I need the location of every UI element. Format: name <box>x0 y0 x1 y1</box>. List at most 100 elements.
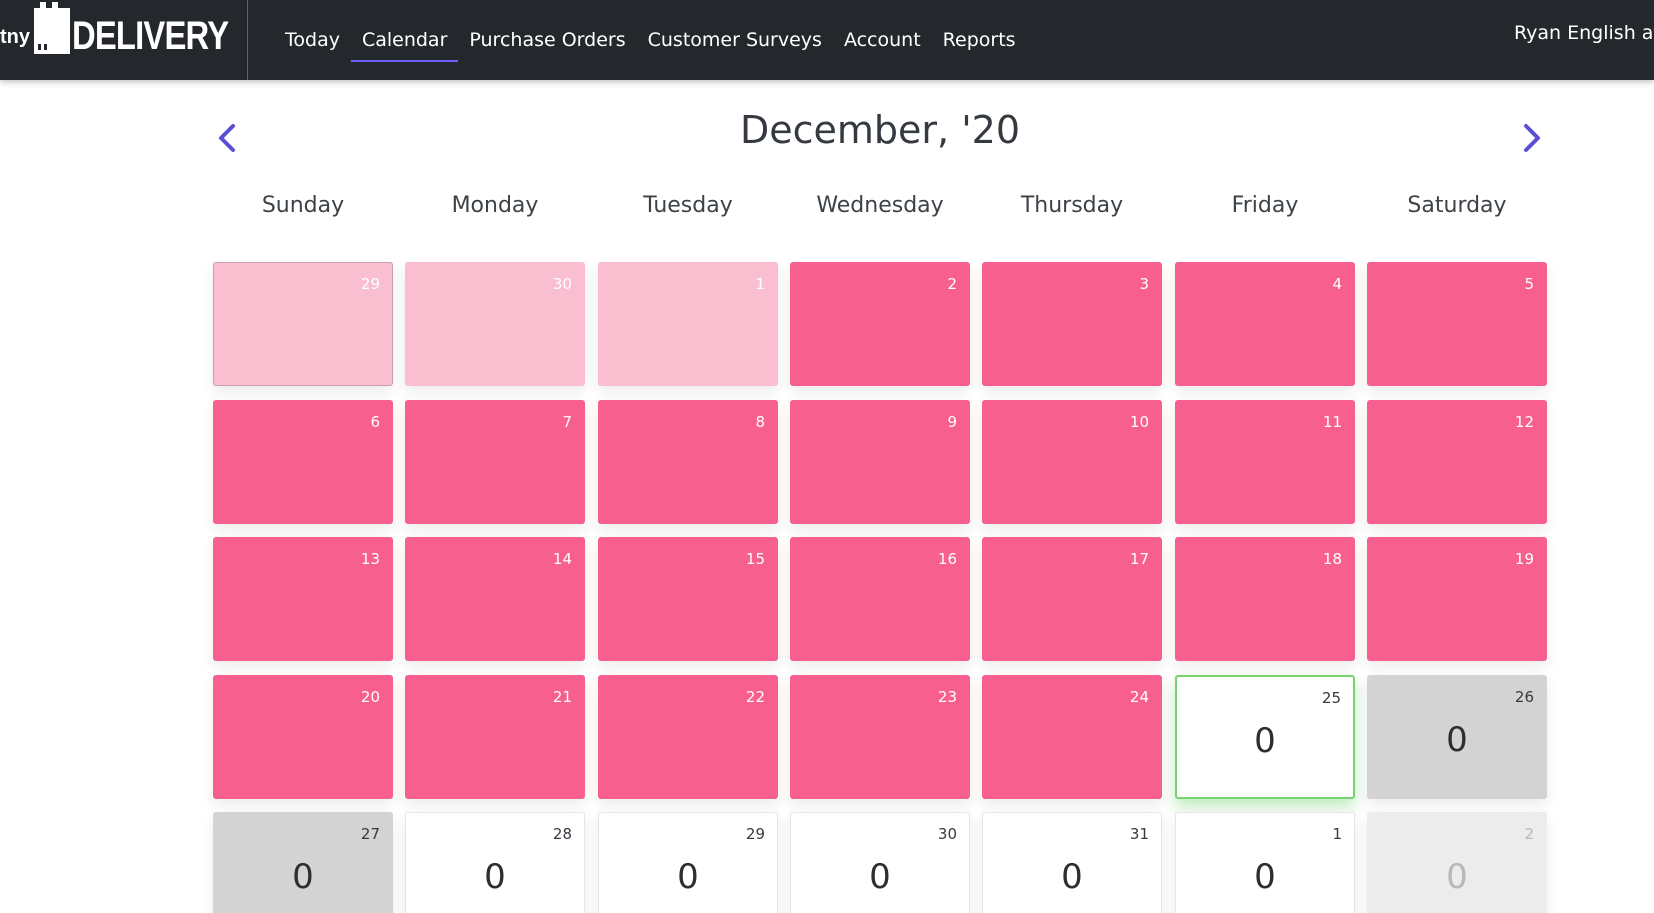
day-number: 11 <box>1322 413 1342 431</box>
day-number: 31 <box>1129 825 1149 843</box>
day-number: 7 <box>562 413 572 431</box>
day-number: 25 <box>1321 689 1341 707</box>
calendar-day[interactable]: 11 <box>1175 400 1355 524</box>
prev-month-button[interactable] <box>215 120 239 156</box>
calendar-day[interactable]: 16 <box>790 537 970 661</box>
delivery-count: 0 <box>484 857 506 897</box>
day-number: 28 <box>552 825 572 843</box>
delivery-count: 0 <box>869 857 891 897</box>
calendar-day[interactable]: 30 <box>405 262 585 386</box>
month-title: December, '20 <box>739 108 1020 152</box>
day-number: 29 <box>745 825 765 843</box>
calendar-day[interactable]: 28 0 <box>405 812 585 913</box>
calendar-day[interactable]: 10 <box>982 400 1162 524</box>
day-number: 2 <box>1524 825 1534 843</box>
delivery-count: 0 <box>1061 857 1083 897</box>
day-number: 22 <box>745 688 765 706</box>
brand-logo[interactable]: tny DELIVERY <box>0 0 248 80</box>
day-number: 5 <box>1524 275 1534 293</box>
calendar-day[interactable]: 24 <box>982 675 1162 799</box>
day-number: 24 <box>1129 688 1149 706</box>
calendar-day[interactable]: 25 0 <box>1175 675 1355 799</box>
top-navbar: tny DELIVERY Today Calendar Purchase Ord… <box>0 0 1654 80</box>
calendar-day[interactable]: 1 <box>598 262 778 386</box>
nav-purchase-orders[interactable]: Purchase Orders <box>458 18 636 62</box>
nav-reports[interactable]: Reports <box>932 18 1027 62</box>
calendar-day[interactable]: 9 <box>790 400 970 524</box>
day-number: 1 <box>755 275 765 293</box>
calendar-day[interactable]: 23 <box>790 675 970 799</box>
day-number: 29 <box>360 275 380 293</box>
main-nav: Today Calendar Purchase Orders Customer … <box>274 0 1027 80</box>
calendar-day[interactable]: 15 <box>598 537 778 661</box>
day-number: 21 <box>552 688 572 706</box>
brand-name: DELIVERY <box>72 14 229 58</box>
day-number: 18 <box>1322 550 1342 568</box>
day-number: 4 <box>1332 275 1342 293</box>
day-number: 19 <box>1514 550 1534 568</box>
delivery-count: 0 <box>1446 857 1468 897</box>
day-number: 6 <box>370 413 380 431</box>
calendar-day[interactable]: 29 0 <box>598 812 778 913</box>
day-number: 2 <box>947 275 957 293</box>
dow-wednesday: Wednesday <box>816 193 944 218</box>
day-number: 16 <box>937 550 957 568</box>
nav-calendar[interactable]: Calendar <box>350 18 459 62</box>
calendar-day[interactable]: 7 <box>405 400 585 524</box>
calendar-day[interactable]: 31 0 <box>982 812 1162 913</box>
calendar-day[interactable]: 12 <box>1367 400 1547 524</box>
dow-tuesday: Tuesday <box>643 193 733 218</box>
day-number: 23 <box>937 688 957 706</box>
day-number: 9 <box>947 413 957 431</box>
brand-prefix: tny <box>0 26 30 48</box>
calendar-day[interactable]: 21 <box>405 675 585 799</box>
calendar-day[interactable]: 22 <box>598 675 778 799</box>
calendar-day[interactable]: 17 <box>982 537 1162 661</box>
day-number: 14 <box>552 550 572 568</box>
day-number: 27 <box>360 825 380 843</box>
dow-monday: Monday <box>451 193 539 218</box>
calendar-day[interactable]: 19 <box>1367 537 1547 661</box>
calendar-day[interactable]: 8 <box>598 400 778 524</box>
calendar-day[interactable]: 2 <box>790 262 970 386</box>
calendar-day[interactable]: 3 <box>982 262 1162 386</box>
delivery-count: 0 <box>292 857 314 897</box>
calendar-day[interactable]: 13 <box>213 537 393 661</box>
chevron-right-icon <box>1524 124 1540 152</box>
day-number: 3 <box>1139 275 1149 293</box>
day-number: 30 <box>552 275 572 293</box>
calendar-day[interactable]: 10 <box>1175 812 1355 913</box>
day-number: 1 <box>1332 825 1342 843</box>
calendar-day[interactable]: 27 0 <box>213 812 393 913</box>
calendar-day[interactable]: 20 <box>1367 812 1547 913</box>
delivery-count: 0 <box>677 857 699 897</box>
calendar-day[interactable]: 14 <box>405 537 585 661</box>
day-number: 17 <box>1129 550 1149 568</box>
next-month-button[interactable] <box>1520 120 1544 156</box>
nav-today[interactable]: Today <box>274 18 351 62</box>
calendar-day[interactable]: 6 <box>213 400 393 524</box>
chevron-left-icon <box>219 124 235 152</box>
delivery-count: 0 <box>1254 721 1276 761</box>
calendar-day[interactable]: 5 <box>1367 262 1547 386</box>
calendar-day[interactable]: 4 <box>1175 262 1355 386</box>
calendar-day[interactable]: 18 <box>1175 537 1355 661</box>
day-number: 15 <box>745 550 765 568</box>
dow-saturday: Saturday <box>1407 193 1507 218</box>
day-number: 8 <box>755 413 765 431</box>
day-number: 30 <box>937 825 957 843</box>
day-number: 13 <box>360 550 380 568</box>
day-number: 20 <box>360 688 380 706</box>
nav-account[interactable]: Account <box>833 18 932 62</box>
calendar-day[interactable]: 29 <box>213 262 393 386</box>
calendar-day[interactable]: 30 0 <box>790 812 970 913</box>
day-number: 12 <box>1514 413 1534 431</box>
dow-friday: Friday <box>1231 193 1299 218</box>
day-number: 10 <box>1129 413 1149 431</box>
delivery-count: 0 <box>1254 857 1276 897</box>
dow-thursday: Thursday <box>1020 193 1124 218</box>
user-menu[interactable]: Ryan English at <box>1514 0 1654 66</box>
nav-customer-surveys[interactable]: Customer Surveys <box>637 18 833 62</box>
calendar-day[interactable]: 26 0 <box>1367 675 1547 799</box>
calendar-day[interactable]: 20 <box>213 675 393 799</box>
